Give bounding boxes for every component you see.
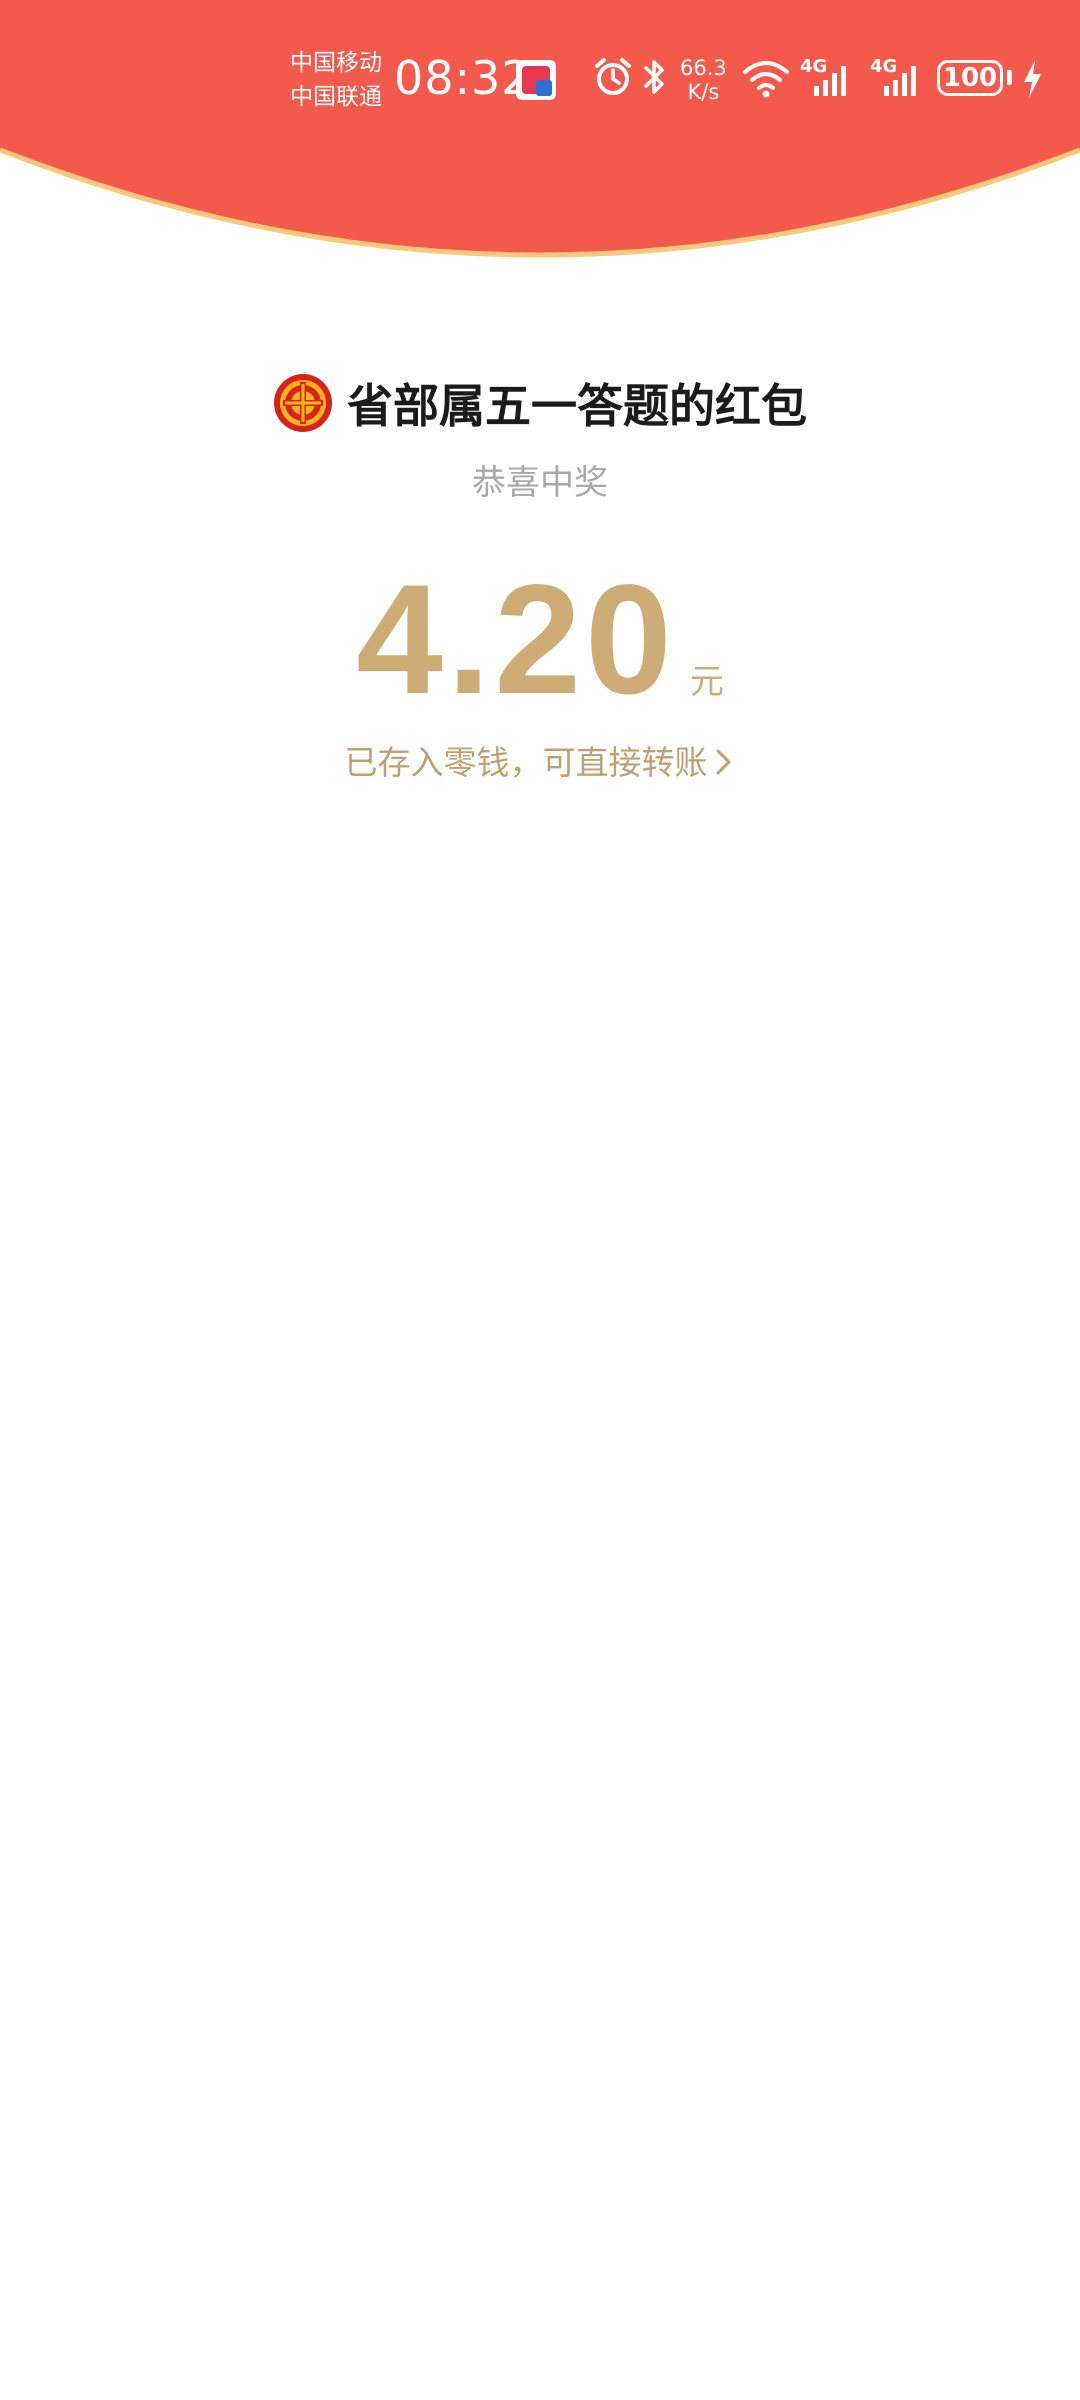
more-options-button[interactable] [986,180,1046,204]
charging-icon [1024,60,1041,98]
back-button[interactable] [26,166,66,206]
carrier-names: 中国移动 中国联通 [290,46,382,114]
alarm-icon [595,58,631,95]
wifi-icon [743,61,789,98]
network-speed-value: 66.3 [680,56,727,80]
deposit-link-text: 已存入零钱，可直接转账 [344,743,708,782]
carrier-2: 中国联通 [290,84,382,110]
amount-unit: 元 [689,662,724,702]
network-speed: 66.3 K/s [680,56,727,104]
status-bar: 中国移动 中国联通 08:32 66.3 K/s 4G 4G 100 [0,0,1080,160]
battery-icon: 100 [937,60,1003,96]
signal-1: 4G [800,56,860,100]
signal-2: 4G [870,56,930,100]
app-notification-icon [516,60,556,100]
chevron-right-icon [716,749,730,775]
signal-icon [884,66,916,96]
packet-subtitle: 恭喜中奖 [472,463,608,503]
battery-tip [1007,70,1012,85]
packet-title-row: 省部属五一答题的红包 [0,368,1080,438]
union-emblem-icon [274,374,332,432]
packet-title: 省部属五一答题的红包 [347,379,807,433]
carrier-1: 中国移动 [290,50,382,76]
amount-value: 4.20 [356,553,676,727]
network-speed-unit: K/s [687,80,720,104]
signal-icon [814,66,846,96]
amount-row: 4.20 元 [0,560,1080,720]
deposit-link[interactable]: 已存入零钱，可直接转账 [0,736,1080,784]
clock: 08:32 [394,51,532,105]
bluetooth-icon [644,60,664,94]
